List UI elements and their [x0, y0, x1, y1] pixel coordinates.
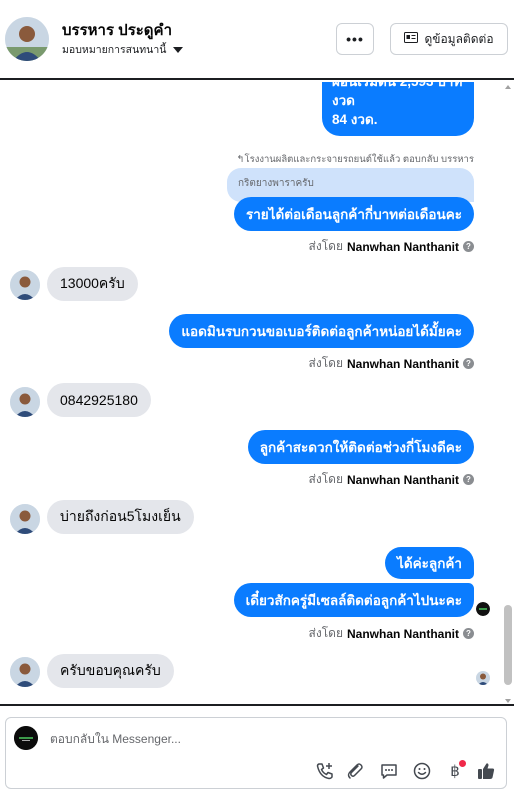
notification-dot [459, 760, 466, 767]
contact-avatar [10, 657, 40, 687]
more-label: ••• [346, 31, 364, 47]
incoming-message: บ่ายถึงก่อน5โมงเย็น [47, 500, 194, 534]
composer-divider [0, 704, 514, 706]
payment-icon[interactable]: ฿ [444, 760, 466, 782]
outgoing-message: ผ่อนเริ่มต้น 2,593 บาท งวด 84 งวด. [322, 82, 474, 136]
outgoing-message: รายได้ต่อเดือนลูกค้ากี่บาทต่อเดือนคะ [233, 197, 474, 231]
thread-scrollbar[interactable] [503, 85, 513, 703]
assign-conversation-dropdown[interactable]: มอบหมายการสนทนานี้ [62, 41, 184, 58]
sender-name: Nanwhan Nanthanit [346, 472, 459, 487]
info-icon[interactable]: ? [463, 628, 474, 639]
outgoing-message: ได้ค่ะลูกค้า [385, 547, 474, 579]
sender-name: Nanwhan Nanthanit [346, 239, 459, 254]
sent-by-label: ส่งโดย Nanwhan Nanthanit ? [309, 237, 474, 256]
view-contact-info-button[interactable]: ดูข้อมูลติดต่อ [390, 23, 508, 55]
conversation-header: บรรหาร ประดูคำ มอบหมายการสนทนานี้ ••• ดู… [0, 0, 514, 80]
contact-avatar [10, 504, 40, 534]
sent-by-label: ส่งโดย Nanwhan Nanthanit ? [309, 470, 474, 489]
info-icon[interactable]: ? [463, 358, 474, 369]
call-icon[interactable] [314, 760, 336, 782]
outgoing-message: ลูกค้าสะดวกให้ติดต่อช่วงกี่โมงดีคะ [247, 430, 474, 464]
sender-name: Nanwhan Nanthanit [346, 356, 459, 371]
sent-by-label: ส่งโดย Nanwhan Nanthanit ? [309, 624, 474, 643]
page-avatar [14, 726, 38, 750]
like-icon[interactable] [475, 760, 497, 782]
emoji-icon[interactable] [411, 760, 433, 782]
info-icon[interactable]: ? [463, 474, 474, 485]
incoming-message: ครับขอบคุณครับ [47, 654, 174, 688]
outgoing-message: แอดมินรบกวนขอเบอร์ติดต่อลูกค้าหน่อยได้มั… [169, 314, 474, 348]
reply-input[interactable] [50, 732, 350, 746]
seen-avatar-icon [476, 671, 490, 685]
info-icon[interactable]: ? [463, 241, 474, 252]
scroll-up-icon[interactable] [505, 85, 511, 89]
reply-context-label: ↰โรงงานผลิตและกระจายรถยนต์ใช้แล้ว ตอบกลั… [236, 154, 474, 165]
caret-down-icon [173, 46, 184, 53]
message-text-line: 84 งวด. [332, 112, 378, 127]
incoming-message: 13000ครับ [47, 267, 138, 301]
contact-avatar[interactable] [5, 17, 49, 61]
saved-replies-icon[interactable] [378, 760, 400, 782]
incoming-message: 0842925180 [47, 383, 151, 417]
outgoing-message: เดี๋ยวสักครู่มีเซลล์ติดต่อลูกค้าไปนะคะ [233, 583, 474, 617]
message-text-line: ผ่อนเริ่มต้น 2,593 บาท [332, 82, 464, 91]
message-thread[interactable]: ผ่อนเริ่มต้น 2,593 บาท งวด 84 งวด. ↰โรงง… [0, 82, 514, 704]
contact-avatar [10, 270, 40, 300]
more-options-button[interactable]: ••• [336, 23, 374, 55]
reply-composer: ฿ [5, 717, 507, 789]
sent-by-label: ส่งโดย Nanwhan Nanthanit ? [309, 354, 474, 373]
sender-name: Nanwhan Nanthanit [346, 626, 459, 641]
assign-label: มอบหมายการสนทนานี้ [62, 44, 167, 56]
message-text-line: งวด [332, 93, 355, 108]
scroll-thumb[interactable] [504, 605, 512, 685]
attachment-icon[interactable] [344, 760, 366, 782]
contact-avatar [10, 387, 40, 417]
contact-card-icon [404, 32, 419, 46]
contact-info-label: ดูข้อมูลติดต่อ [424, 31, 494, 46]
contact-name[interactable]: บรรหาร ประดูคำ [62, 18, 172, 42]
seen-avatar-icon [476, 602, 490, 616]
scroll-down-icon[interactable] [505, 699, 511, 703]
